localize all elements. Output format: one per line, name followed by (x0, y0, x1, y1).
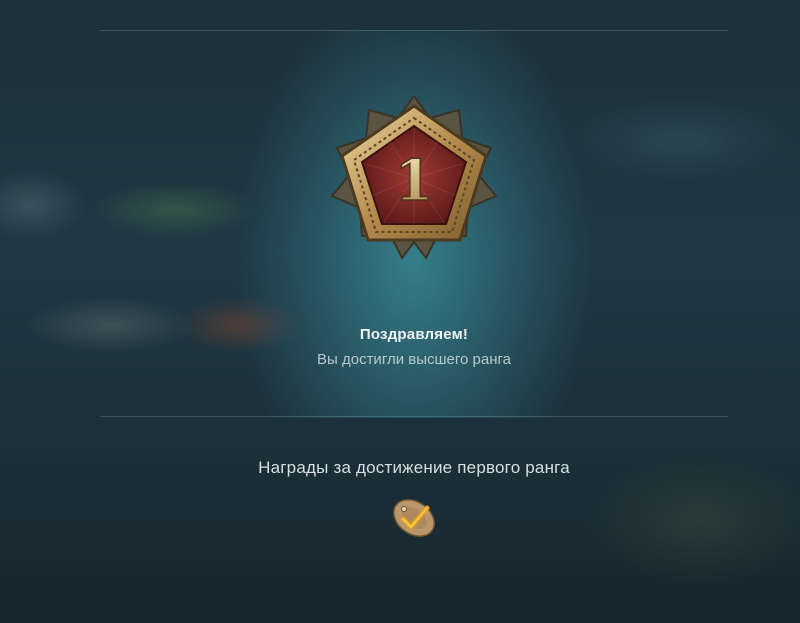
congrats-subtitle: Вы достигли высшего ранга (317, 351, 511, 368)
rank-number: 1 (395, 148, 434, 214)
rewards-title: Награды за достижение первого ранга (258, 458, 570, 477)
top-divider (100, 30, 728, 31)
rank-1-medal-icon: 1 (326, 94, 502, 260)
ship-camouflage-reward-icon (393, 499, 435, 537)
congrats-title: Поздравляем! (359, 326, 469, 343)
reward-item[interactable] (388, 492, 440, 544)
rewards-divider (100, 416, 728, 417)
